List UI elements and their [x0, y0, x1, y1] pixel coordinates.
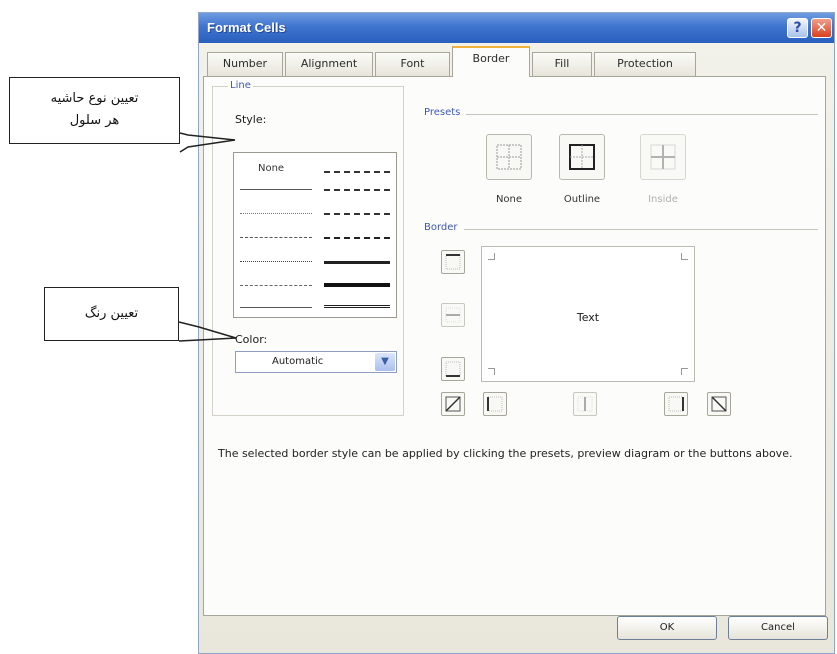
color-callout-pointer-tail	[178, 337, 237, 342]
tab-border[interactable]: Border	[452, 46, 530, 77]
callout-pointers	[178, 132, 237, 342]
color-callout-pointer	[178, 321, 237, 339]
style-callout-pointer-tail	[179, 139, 236, 153]
style-callout-pointer	[179, 132, 236, 141]
